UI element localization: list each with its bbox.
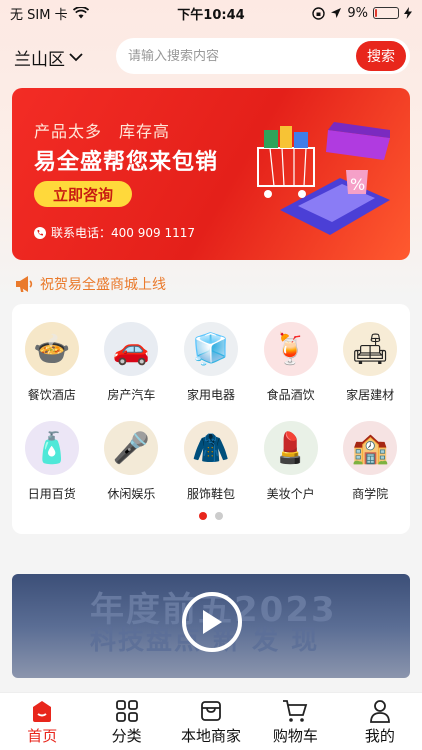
video-banner[interactable]: 年度前五2023 科技盘点 新 发 现 [12, 574, 410, 678]
cart-icon [283, 700, 308, 722]
shopping-cart-illustration: % [257, 122, 390, 235]
page-dot[interactable] [215, 512, 223, 520]
grid-icon [115, 700, 138, 722]
tab-cart-label: 购物车 [272, 727, 318, 745]
category-label: 日用百货 [27, 487, 76, 501]
page-indicator [12, 512, 410, 520]
tab-profile[interactable]: 我的 [338, 693, 422, 750]
category-panel: 🍲 餐饮酒店 🚗 房产汽车 🧊 家用电器 🍹 食品酒饮 🛋 家居建材 🧴 日用百货 🎤 休闲娱乐 🧥 服饰鞋包… [12, 304, 410, 534]
megaphone-icon [16, 276, 33, 292]
location-selector[interactable]: 兰山区 [14, 45, 83, 70]
tab-home[interactable]: 首页 [0, 693, 84, 750]
category-item[interactable]: 🚗 房产汽车 [92, 322, 172, 403]
status-bar: 无 SIM 卡 下午10:44 9% [0, 0, 422, 26]
category-item[interactable]: 🍲 餐饮酒店 [12, 322, 92, 403]
category-label: 家居建材 [346, 388, 395, 402]
battery-fill [375, 9, 377, 17]
category-item[interactable]: 🧊 家用电器 [171, 322, 251, 403]
detergent-icon: 🧴 [24, 421, 79, 475]
location-label: 兰山区 [14, 49, 65, 70]
user-icon [369, 700, 390, 723]
microphone-icon: 🎤 [104, 421, 159, 475]
fridge-icon: 🧊 [183, 322, 238, 376]
status-left: 无 SIM 卡 [10, 4, 89, 23]
tab-local-merchants-label: 本地商家 [181, 727, 242, 745]
announcement-text: 祝贺易全盛商城上线 [40, 277, 166, 293]
category-label: 餐饮酒店 [27, 388, 76, 402]
category-item[interactable]: 🧴 日用百货 [12, 421, 92, 502]
charging-icon [404, 7, 412, 19]
banner-subtitle: 产品太多 库存高 [34, 122, 171, 141]
battery-icon [373, 7, 399, 19]
wifi-icon [72, 7, 89, 19]
category-label: 休闲娱乐 [107, 487, 156, 501]
search-button[interactable]: 搜索 [356, 41, 406, 71]
cosmetics-icon: 💄 [263, 421, 318, 475]
home-icon [33, 701, 52, 722]
phone-icon [34, 226, 46, 239]
announcement-bar[interactable]: 祝贺易全盛商城上线 [14, 274, 166, 294]
tab-category-label: 分类 [111, 727, 142, 745]
bottom-tab-bar: 首页 分类 本地商家 购物车 我的 [0, 692, 422, 750]
food-icon: 🍲 [24, 322, 79, 376]
play-button[interactable] [182, 592, 242, 652]
category-label: 家用电器 [186, 388, 235, 402]
category-item[interactable]: 💄 美妆个户 [251, 421, 331, 502]
tab-profile-label: 我的 [364, 727, 395, 745]
phone-number: 联系电话：400 909 1117 [51, 226, 195, 240]
play-icon [203, 610, 222, 634]
category-label: 服饰鞋包 [186, 487, 235, 501]
category-label: 食品酒饮 [266, 388, 315, 402]
category-item[interactable]: 🎤 休闲娱乐 [92, 421, 172, 502]
category-label: 美妆个户 [266, 487, 315, 501]
tab-home-label: 首页 [27, 727, 58, 745]
status-time: 下午10:44 [177, 7, 245, 23]
coat-icon: 🧥 [183, 421, 238, 475]
battery-percent: 9% [347, 5, 368, 21]
store-icon [201, 701, 221, 721]
tab-category[interactable]: 分类 [84, 693, 168, 750]
tab-cart[interactable]: 购物车 [253, 693, 337, 750]
chevron-down-icon [69, 53, 83, 62]
tab-local-merchants[interactable]: 本地商家 [169, 693, 253, 750]
category-item[interactable]: 🏫 商学院 [330, 421, 410, 502]
category-grid: 🍲 餐饮酒店 🚗 房产汽车 🧊 家用电器 🍹 食品酒饮 🛋 家居建材 🧴 日用百货 🎤 休闲娱乐 🧥 服饰鞋包… [12, 322, 410, 502]
search-box: 搜索 [116, 38, 410, 74]
page-dot-active[interactable] [199, 512, 207, 520]
sofa-icon: 🛋 [343, 322, 398, 376]
consult-button[interactable]: 立即咨询 [34, 181, 132, 207]
location-arrow-icon [331, 8, 342, 18]
search-input[interactable] [128, 48, 328, 64]
banner-title: 易全盛帮您来包销 [34, 150, 219, 175]
carrier-label: 无 SIM 卡 [10, 7, 68, 23]
status-right: 9% [312, 6, 412, 21]
category-item[interactable]: 🍹 食品酒饮 [251, 322, 331, 403]
svg-text:%: % [350, 175, 365, 194]
car-icon: 🚗 [104, 322, 159, 376]
drink-icon: 🍹 [263, 322, 318, 376]
building-icon: 🏫 [343, 421, 398, 475]
top-bar: 兰山区 搜索 [0, 38, 422, 76]
banner-phone: 联系电话：400 909 1117 [34, 224, 195, 241]
category-item[interactable]: 🛋 家居建材 [330, 322, 410, 403]
category-label: 商学院 [352, 487, 389, 501]
promo-banner[interactable]: 产品太多 库存高 易全盛帮您来包销 立即咨询 联系电话：400 909 1117… [12, 88, 410, 260]
category-label: 房产汽车 [107, 388, 156, 402]
category-item[interactable]: 🧥 服饰鞋包 [171, 421, 251, 502]
rotation-lock-icon [312, 6, 326, 20]
